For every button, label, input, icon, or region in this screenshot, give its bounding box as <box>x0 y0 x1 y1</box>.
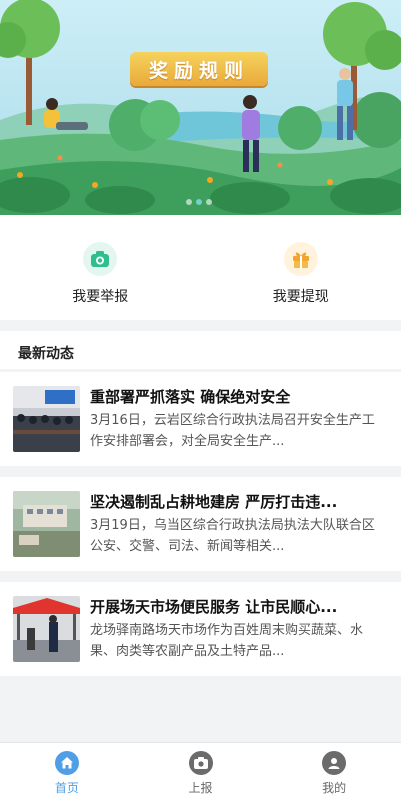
news-summary: 3月19日，乌当区综合行政执法局执法大队联合区公安、交警、司法、新闻等相关... <box>90 518 375 554</box>
tab-home[interactable]: 首页 <box>0 743 134 800</box>
tab-report[interactable]: 上报 <box>134 743 268 800</box>
market-photo <box>13 596 80 662</box>
user-icon <box>322 751 347 775</box>
news-summary: 龙场驿南路场天市场作为百姓周末购买蔬菜、水果、肉类等农副产品及土特产品... <box>90 623 364 659</box>
reward-rules-label: 奖励规则 <box>148 59 249 82</box>
report-icon <box>188 751 213 775</box>
news-item[interactable]: 坚决遏制乱占耕地建房 严厉打击违... 3月19日，乌当区综合行政执法局执法大队… <box>0 477 401 571</box>
tab-home-label: 首页 <box>54 781 79 795</box>
banner-illustration <box>0 0 401 215</box>
news-title: 坚决遏制乱占耕地建房 严厉打击违... <box>90 493 338 511</box>
home-icon <box>54 751 79 775</box>
carousel-dot[interactable] <box>206 199 212 205</box>
withdraw-action-label: 我要提现 <box>272 289 329 305</box>
news-item[interactable]: 开展场天市场便民服务 让市民顺心... 龙场驿南路场天市场作为百姓周末购买蔬菜、… <box>0 582 401 676</box>
report-action-label: 我要举报 <box>72 289 129 305</box>
banner-carousel[interactable]: 奖励规则 <box>0 0 401 215</box>
report-action[interactable]: 我要举报 <box>0 215 201 320</box>
bottom-tab-bar: 首页 上报 我的 <box>0 742 401 800</box>
gift-icon <box>283 242 318 276</box>
quick-actions: 我要举报 我要提现 <box>0 215 401 320</box>
carousel-indicator <box>186 199 212 205</box>
news-item[interactable]: 重部署严抓落实 确保绝对安全 3月16日，云岩区综合行政执法局召开安全生产工作安… <box>0 372 401 466</box>
carousel-dot[interactable] <box>186 199 192 205</box>
news-title: 重部署严抓落实 确保绝对安全 <box>90 388 291 406</box>
news-summary: 3月16日，云岩区综合行政执法局召开安全生产工作安排部署会，对全局安全生产... <box>90 413 375 449</box>
news-section-header: 最新动态 <box>0 331 401 369</box>
tab-profile-label: 我的 <box>322 781 347 795</box>
carousel-dot-active[interactable] <box>196 199 202 205</box>
tab-profile[interactable]: 我的 <box>267 743 401 800</box>
news-title: 开展场天市场便民服务 让市民顺心... <box>90 598 338 616</box>
withdraw-action[interactable]: 我要提现 <box>201 215 401 320</box>
construction-site-photo <box>13 491 80 557</box>
reward-rules-button[interactable]: 奖励规则 <box>130 52 268 86</box>
tab-report-label: 上报 <box>188 781 213 795</box>
camera-icon <box>83 242 118 276</box>
meeting-photo <box>13 386 80 452</box>
news-section-title: 最新动态 <box>18 346 74 362</box>
